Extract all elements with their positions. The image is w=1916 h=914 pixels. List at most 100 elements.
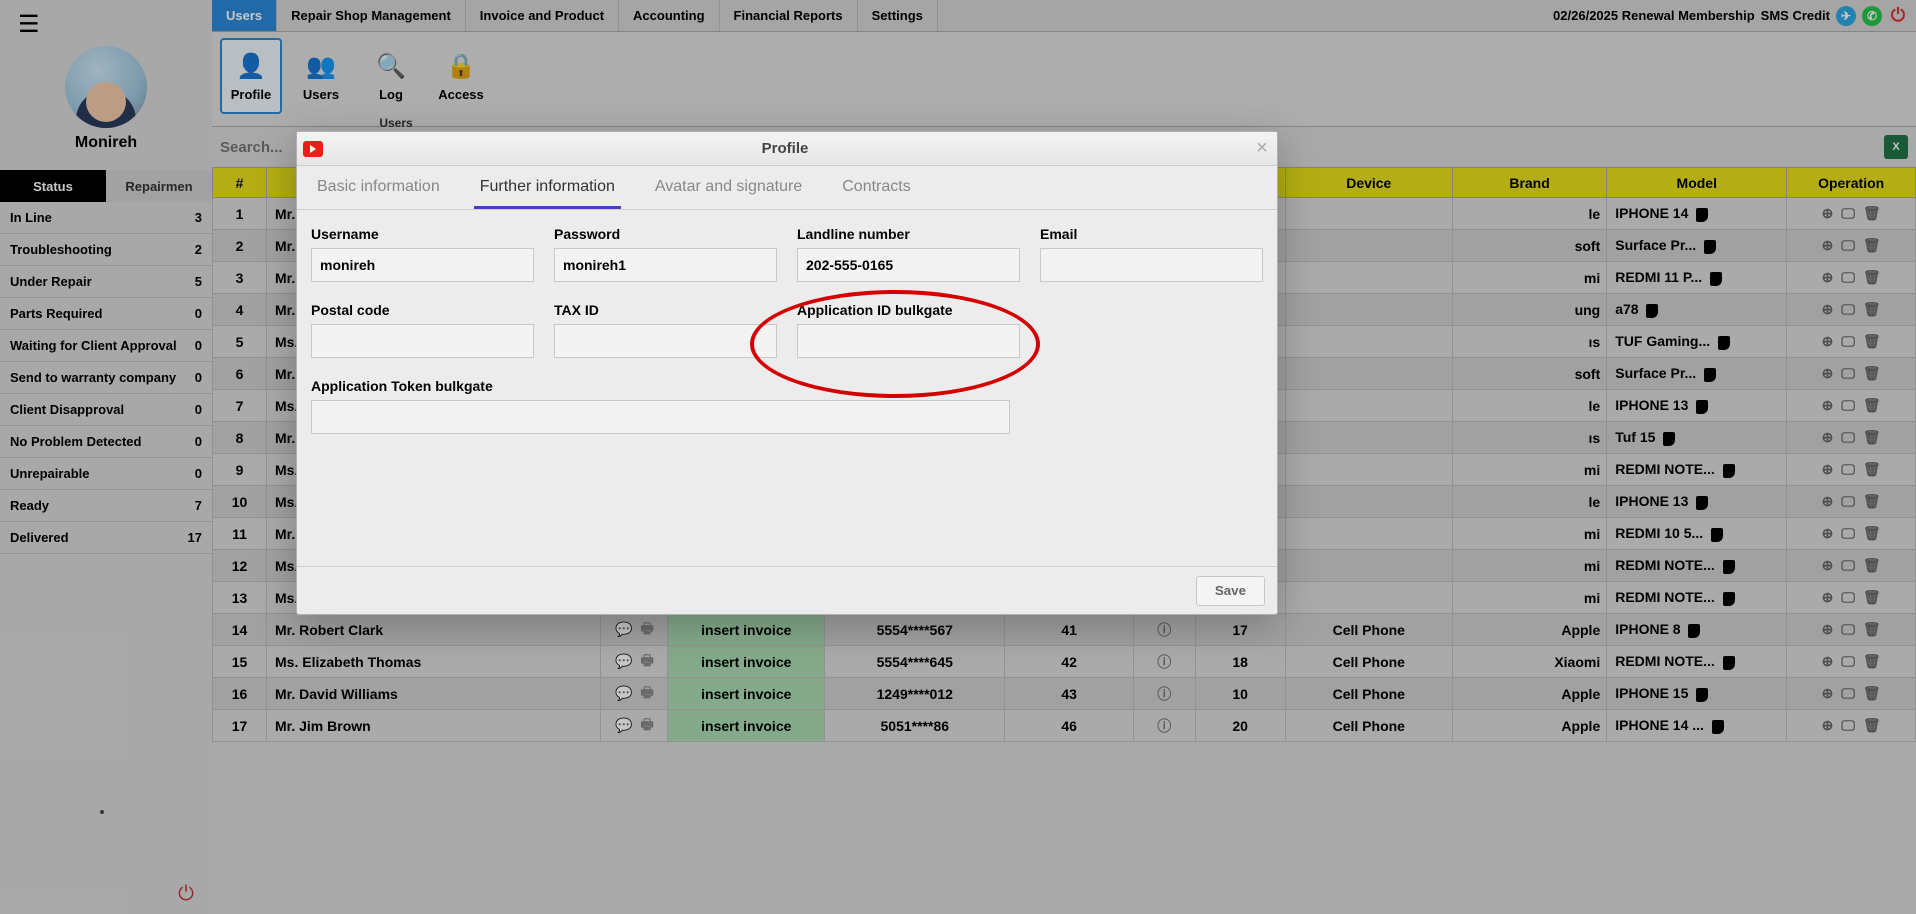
add-icon[interactable]: ⊕: [1822, 525, 1834, 542]
input-email[interactable]: [1040, 248, 1263, 282]
add-icon[interactable]: ⊕: [1822, 557, 1834, 574]
hamburger-icon[interactable]: ☰: [18, 10, 40, 39]
modal-tab-contracts[interactable]: Contracts: [836, 168, 916, 209]
add-icon[interactable]: ⊕: [1822, 301, 1834, 318]
add-icon[interactable]: ⊕: [1822, 493, 1834, 510]
print-icon[interactable]: 🖶: [640, 682, 653, 706]
modal-tab-basic[interactable]: Basic information: [311, 168, 446, 209]
monitor-icon[interactable]: 🖵: [1841, 269, 1855, 286]
trash-icon[interactable]: 🗑: [1863, 205, 1881, 222]
add-icon[interactable]: ⊕: [1822, 429, 1834, 446]
trash-icon[interactable]: 🗑: [1863, 621, 1881, 638]
status-item[interactable]: In Line3: [0, 202, 212, 234]
add-icon[interactable]: ⊕: [1822, 205, 1834, 222]
input-apptoken[interactable]: [311, 400, 1010, 434]
trash-icon[interactable]: 🗑: [1863, 461, 1881, 478]
input-landline[interactable]: [797, 248, 1020, 282]
status-item[interactable]: No Problem Detected0: [0, 426, 212, 458]
cell-info-icon[interactable]: ⓘ: [1133, 710, 1195, 742]
table-row[interactable]: 15Ms. Elizabeth Thomas💬🖶insert invoice55…: [213, 646, 1916, 678]
chat-icon[interactable]: 💬: [615, 653, 632, 670]
status-item[interactable]: Delivered17: [0, 522, 212, 554]
toolbar-access[interactable]: 🔒 Access: [430, 38, 492, 114]
cell-insert-invoice[interactable]: insert invoice: [668, 646, 825, 678]
monitor-icon[interactable]: 🖵: [1841, 429, 1855, 446]
status-item[interactable]: Ready7: [0, 490, 212, 522]
trash-icon[interactable]: 🗑: [1863, 493, 1881, 510]
status-item[interactable]: Waiting for Client Approval0: [0, 330, 212, 362]
add-icon[interactable]: ⊕: [1822, 653, 1834, 670]
monitor-icon[interactable]: 🖵: [1841, 333, 1855, 350]
monitor-icon[interactable]: 🖵: [1841, 557, 1855, 574]
trash-icon[interactable]: 🗑: [1863, 397, 1881, 414]
sidebar-power-icon[interactable]: ⏻: [178, 883, 194, 906]
status-item[interactable]: Parts Required0: [0, 298, 212, 330]
youtube-icon[interactable]: [303, 141, 323, 157]
print-icon[interactable]: 🖶: [640, 714, 653, 738]
input-password[interactable]: [554, 248, 777, 282]
trash-icon[interactable]: 🗑: [1863, 589, 1881, 606]
cell-info-icon[interactable]: ⓘ: [1133, 678, 1195, 710]
add-icon[interactable]: ⊕: [1822, 397, 1834, 414]
add-icon[interactable]: ⊕: [1822, 589, 1834, 606]
excel-export-icon[interactable]: X: [1884, 135, 1908, 159]
add-icon[interactable]: ⊕: [1822, 461, 1834, 478]
monitor-icon[interactable]: 🖵: [1841, 717, 1855, 734]
trash-icon[interactable]: 🗑: [1863, 429, 1881, 446]
modal-close-icon[interactable]: ×: [1247, 137, 1277, 160]
print-icon[interactable]: 🖶: [640, 618, 653, 642]
cell-insert-invoice[interactable]: insert invoice: [668, 678, 825, 710]
sidebar-tab-repairmen[interactable]: Repairmen: [106, 170, 212, 202]
monitor-icon[interactable]: 🖵: [1841, 589, 1855, 606]
trash-icon[interactable]: 🗑: [1863, 237, 1881, 254]
table-row[interactable]: 17Mr. Jim Brown💬🖶insert invoice5051****8…: [213, 710, 1916, 742]
status-item[interactable]: Troubleshooting2: [0, 234, 212, 266]
add-icon[interactable]: ⊕: [1822, 237, 1834, 254]
input-appid[interactable]: [797, 324, 1020, 358]
cell-info-icon[interactable]: ⓘ: [1133, 646, 1195, 678]
cell-insert-invoice[interactable]: insert invoice: [668, 614, 825, 646]
nav-tab-invoice[interactable]: Invoice and Product: [466, 0, 619, 31]
monitor-icon[interactable]: 🖵: [1841, 237, 1855, 254]
input-postal[interactable]: [311, 324, 534, 358]
monitor-icon[interactable]: 🖵: [1841, 525, 1855, 542]
table-row[interactable]: 14Mr. Robert Clark💬🖶insert invoice5554**…: [213, 614, 1916, 646]
status-item[interactable]: Send to warranty company0: [0, 362, 212, 394]
monitor-icon[interactable]: 🖵: [1841, 397, 1855, 414]
nav-tab-financial[interactable]: Financial Reports: [720, 0, 858, 31]
add-icon[interactable]: ⊕: [1822, 333, 1834, 350]
nav-tab-repair-shop[interactable]: Repair Shop Management: [277, 0, 466, 31]
monitor-icon[interactable]: 🖵: [1841, 621, 1855, 638]
trash-icon[interactable]: 🗑: [1863, 717, 1881, 734]
monitor-icon[interactable]: 🖵: [1841, 685, 1855, 702]
status-item[interactable]: Unrepairable0: [0, 458, 212, 490]
toolbar-profile[interactable]: 👤 Profile: [220, 38, 282, 114]
add-icon[interactable]: ⊕: [1822, 621, 1834, 638]
power-icon[interactable]: ⏻: [1888, 6, 1908, 26]
chat-icon[interactable]: 💬: [615, 685, 632, 702]
column-header[interactable]: Operation: [1787, 168, 1916, 198]
table-row[interactable]: 16Mr. David Williams💬🖶insert invoice1249…: [213, 678, 1916, 710]
monitor-icon[interactable]: 🖵: [1841, 461, 1855, 478]
nav-tab-accounting[interactable]: Accounting: [619, 0, 720, 31]
add-icon[interactable]: ⊕: [1822, 685, 1834, 702]
trash-icon[interactable]: 🗑: [1863, 301, 1881, 318]
chat-icon[interactable]: 💬: [615, 621, 632, 638]
cell-insert-invoice[interactable]: insert invoice: [668, 710, 825, 742]
column-header[interactable]: Brand: [1452, 168, 1606, 198]
sidebar-tab-status[interactable]: Status: [0, 170, 106, 202]
column-header[interactable]: Model: [1607, 168, 1787, 198]
add-icon[interactable]: ⊕: [1822, 717, 1834, 734]
monitor-icon[interactable]: 🖵: [1841, 365, 1855, 382]
chat-icon[interactable]: 💬: [615, 717, 632, 734]
trash-icon[interactable]: 🗑: [1863, 653, 1881, 670]
telegram-icon[interactable]: ✈: [1836, 6, 1856, 26]
trash-icon[interactable]: 🗑: [1863, 333, 1881, 350]
add-icon[interactable]: ⊕: [1822, 365, 1834, 382]
nav-tab-settings[interactable]: Settings: [858, 0, 938, 31]
save-button[interactable]: Save: [1196, 576, 1265, 606]
column-header[interactable]: #: [213, 168, 267, 198]
nav-tab-users[interactable]: Users: [212, 0, 277, 31]
monitor-icon[interactable]: 🖵: [1841, 653, 1855, 670]
status-item[interactable]: Client Disapproval0: [0, 394, 212, 426]
